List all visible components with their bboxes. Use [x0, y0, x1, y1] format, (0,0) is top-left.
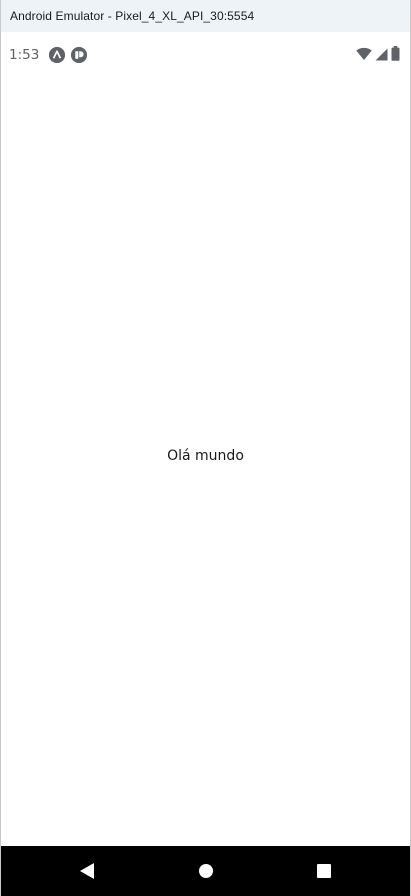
- recents-icon: [317, 864, 331, 878]
- home-icon: [199, 864, 213, 878]
- window-title: Android Emulator - Pixel_4_XL_API_30:555…: [10, 9, 255, 23]
- wifi-icon: [356, 46, 372, 65]
- home-button[interactable]: [186, 851, 226, 891]
- emulator-window: Android Emulator - Pixel_4_XL_API_30:555…: [0, 0, 411, 896]
- window-titlebar[interactable]: Android Emulator - Pixel_4_XL_API_30:555…: [1, 0, 410, 32]
- android-navigation-bar: [1, 846, 410, 896]
- status-time: 1:53: [9, 47, 40, 63]
- app-content: Olá mundo: [1, 78, 410, 846]
- cellular-signal-icon: [375, 46, 388, 65]
- hello-text: Olá mundo: [167, 448, 244, 464]
- debug-icon: [71, 47, 88, 63]
- battery-icon: [391, 45, 400, 65]
- recents-button[interactable]: [304, 851, 344, 891]
- back-icon: [80, 863, 94, 879]
- android-studio-icon: [49, 47, 66, 63]
- android-status-bar[interactable]: 1:53: [1, 32, 410, 78]
- back-button[interactable]: [67, 851, 107, 891]
- system-status-icons: [356, 45, 400, 65]
